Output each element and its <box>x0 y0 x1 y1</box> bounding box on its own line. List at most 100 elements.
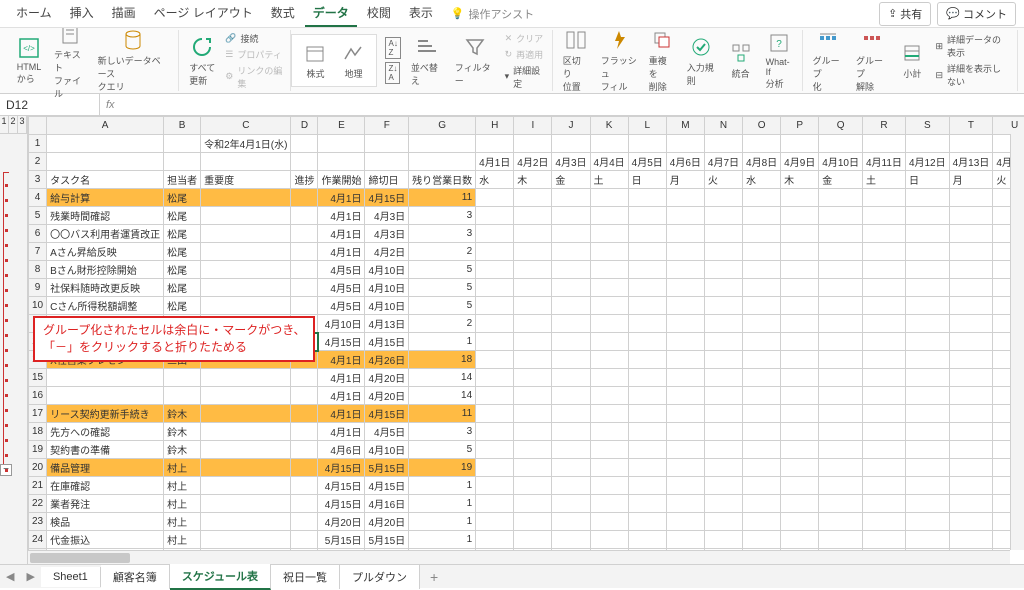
remove-dup-button[interactable]: 重複を 削除 <box>645 26 679 95</box>
cell[interactable]: 4月5日 <box>318 261 365 279</box>
cell[interactable]: 残り営業日数 <box>409 171 476 189</box>
cell[interactable] <box>743 135 781 153</box>
cell[interactable] <box>318 153 365 171</box>
cell[interactable] <box>819 315 863 333</box>
col-header[interactable]: G <box>409 117 476 135</box>
cell[interactable] <box>552 279 590 297</box>
cell[interactable] <box>781 225 819 243</box>
cell[interactable] <box>862 261 905 279</box>
cell[interactable] <box>905 297 949 315</box>
row-header[interactable]: 16 <box>29 387 47 405</box>
ungroup-button[interactable]: グループ 解除 <box>852 26 891 95</box>
cell[interactable] <box>704 477 742 495</box>
cell[interactable] <box>704 243 742 261</box>
cell[interactable]: 4月1日 <box>318 225 365 243</box>
cell[interactable] <box>819 225 863 243</box>
cell[interactable] <box>781 441 819 459</box>
cell[interactable]: 4月10日 <box>365 279 409 297</box>
cell[interactable]: 備品管理 <box>47 459 164 477</box>
cell[interactable] <box>704 189 742 207</box>
comments-button[interactable]: 💬コメント <box>937 2 1016 26</box>
cell[interactable]: 松尾 <box>164 207 201 225</box>
cell[interactable]: 4月5日 <box>318 279 365 297</box>
h-scroll-thumb[interactable] <box>30 553 130 563</box>
cell[interactable] <box>743 261 781 279</box>
cell[interactable]: 1 <box>409 495 476 513</box>
cell[interactable] <box>743 513 781 531</box>
cell[interactable] <box>949 423 993 441</box>
cell[interactable] <box>590 189 628 207</box>
cell[interactable] <box>905 495 949 513</box>
cell[interactable] <box>201 387 291 405</box>
cell[interactable]: Aさん昇給反映 <box>47 243 164 261</box>
cell[interactable] <box>476 423 514 441</box>
cell[interactable] <box>704 135 742 153</box>
cell[interactable] <box>949 189 993 207</box>
cell[interactable] <box>590 351 628 369</box>
cell[interactable] <box>704 369 742 387</box>
cell[interactable] <box>743 243 781 261</box>
cell[interactable] <box>781 261 819 279</box>
refresh-all-button[interactable]: すべて 更新 <box>185 33 219 89</box>
sheet-tab-4[interactable]: プルダウン <box>340 565 420 589</box>
cell[interactable] <box>628 297 666 315</box>
cell[interactable]: 金 <box>819 171 863 189</box>
cell[interactable] <box>905 441 949 459</box>
cell[interactable] <box>905 423 949 441</box>
sort-asc-button[interactable]: A↓Z <box>383 36 402 60</box>
tab-nav-next[interactable]: ▶ <box>20 570 40 583</box>
cell[interactable] <box>819 369 863 387</box>
cell[interactable] <box>628 225 666 243</box>
cell[interactable]: 4月8日 <box>743 153 781 171</box>
cell[interactable]: 松尾 <box>164 225 201 243</box>
cell[interactable]: 4月6日 <box>318 441 365 459</box>
cell[interactable] <box>590 513 628 531</box>
from-text-button[interactable]: テキスト ファイル <box>50 20 90 102</box>
cell[interactable] <box>743 459 781 477</box>
cell[interactable] <box>47 387 164 405</box>
cell[interactable] <box>905 405 949 423</box>
cell[interactable] <box>781 531 819 549</box>
cell[interactable] <box>590 387 628 405</box>
outline-lvl3[interactable]: 3 <box>18 116 27 133</box>
cell[interactable]: 月 <box>949 171 993 189</box>
cell[interactable] <box>291 153 318 171</box>
cell[interactable] <box>743 189 781 207</box>
col-header[interactable]: T <box>949 117 993 135</box>
cell[interactable]: 松尾 <box>164 279 201 297</box>
cell[interactable]: 4月1日 <box>318 423 365 441</box>
filter-button[interactable]: フィルター <box>451 33 499 89</box>
cell[interactable] <box>743 405 781 423</box>
cell[interactable] <box>552 135 590 153</box>
reapply-button[interactable]: ↻再適用 <box>503 47 546 62</box>
cell[interactable]: 4月10日 <box>365 297 409 315</box>
cell[interactable] <box>628 513 666 531</box>
cell[interactable] <box>704 387 742 405</box>
cell[interactable]: 土 <box>590 171 628 189</box>
cell[interactable] <box>476 315 514 333</box>
cell[interactable]: 4月5日 <box>318 297 365 315</box>
cell[interactable] <box>628 261 666 279</box>
cell[interactable]: 4月1日 <box>318 351 365 369</box>
cell[interactable] <box>201 297 291 315</box>
cell[interactable] <box>819 531 863 549</box>
cell[interactable] <box>949 369 993 387</box>
cell[interactable] <box>666 495 704 513</box>
cell[interactable] <box>552 207 590 225</box>
hide-detail-button[interactable]: ⊟詳細を表示しない <box>933 61 1011 89</box>
cell[interactable]: 金 <box>552 171 590 189</box>
cell[interactable] <box>781 351 819 369</box>
cell[interactable] <box>905 279 949 297</box>
cell[interactable] <box>819 261 863 279</box>
row-header[interactable]: 2 <box>29 153 47 171</box>
cell[interactable] <box>781 513 819 531</box>
cell[interactable] <box>743 297 781 315</box>
sort-desc-button[interactable]: Z↓A <box>383 61 402 85</box>
col-header[interactable]: B <box>164 117 201 135</box>
cell[interactable]: 松尾 <box>164 243 201 261</box>
cell[interactable] <box>552 477 590 495</box>
col-header[interactable]: S <box>905 117 949 135</box>
cell[interactable] <box>47 369 164 387</box>
cell[interactable]: 4月20日 <box>318 513 365 531</box>
cell[interactable] <box>201 459 291 477</box>
